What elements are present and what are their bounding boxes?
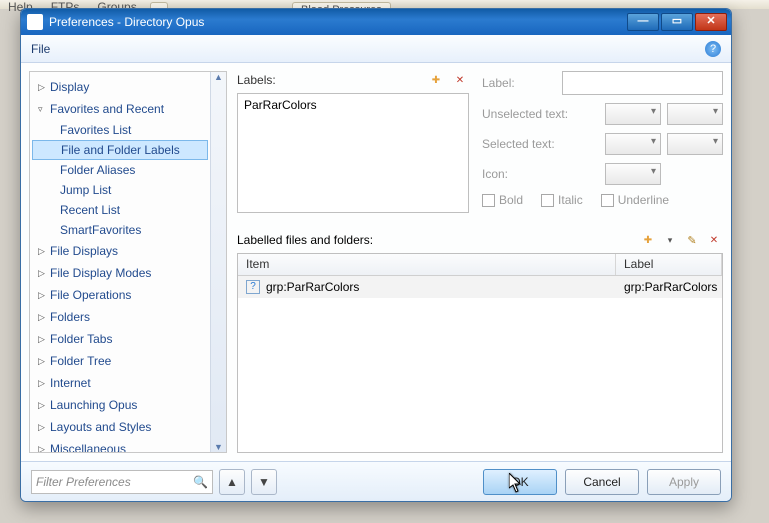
selected-text-label: Selected text: bbox=[482, 137, 582, 151]
icon-label: Icon: bbox=[482, 167, 582, 181]
tree-scrollbar[interactable] bbox=[210, 72, 226, 452]
tree-label: File Displays bbox=[50, 244, 118, 258]
tree-favorites-list[interactable]: Favorites List bbox=[30, 120, 210, 140]
tree-label: Layouts and Styles bbox=[50, 420, 151, 434]
titlebar[interactable]: ⌂ Preferences - Directory Opus — ▭ ✕ bbox=[21, 9, 731, 35]
tree-label: Folder Tabs bbox=[50, 332, 112, 346]
filter-placeholder: Filter Preferences bbox=[36, 475, 131, 489]
column-item[interactable]: Item bbox=[238, 254, 616, 275]
unselected-text-label: Unselected text: bbox=[482, 107, 582, 121]
tree-miscellaneous[interactable]: ▷Miscellaneous bbox=[30, 438, 210, 452]
apply-button[interactable]: Apply bbox=[647, 469, 721, 495]
label-field-label: Label: bbox=[482, 76, 562, 90]
underline-label: Underline bbox=[618, 193, 669, 207]
bold-label: Bold bbox=[499, 193, 523, 207]
minimize-button[interactable]: — bbox=[627, 13, 659, 31]
tree-internet[interactable]: ▷Internet bbox=[30, 372, 210, 394]
bold-checkbox[interactable]: Bold bbox=[482, 193, 523, 207]
unselected-bg-combo[interactable] bbox=[667, 103, 723, 125]
tree-favorites-recent[interactable]: ▿Favorites and Recent bbox=[30, 98, 210, 120]
nav-down-button[interactable]: ▼ bbox=[251, 469, 277, 495]
nav-up-button[interactable]: ▲ bbox=[219, 469, 245, 495]
tree-launching-opus[interactable]: ▷Launching Opus bbox=[30, 394, 210, 416]
tree-folder-aliases[interactable]: Folder Aliases bbox=[30, 160, 210, 180]
labels-listbox[interactable]: ParRarColors bbox=[237, 93, 469, 213]
help-icon[interactable]: ? bbox=[705, 41, 721, 57]
delete-labelled-item-icon[interactable] bbox=[705, 231, 723, 249]
window-title: Preferences - Directory Opus bbox=[49, 15, 625, 29]
tree-label: File Display Modes bbox=[50, 266, 151, 280]
italic-label: Italic bbox=[558, 193, 583, 207]
tree-label: Display bbox=[50, 80, 89, 94]
unselected-fg-combo[interactable] bbox=[605, 103, 661, 125]
tree-smartfavorites[interactable]: SmartFavorites bbox=[30, 220, 210, 240]
labelled-files-heading: Labelled files and folders: bbox=[237, 233, 373, 247]
label-item-parrarcolors[interactable]: ParRarColors bbox=[240, 96, 466, 114]
file-menu[interactable]: File bbox=[31, 42, 50, 56]
delete-label-icon[interactable] bbox=[451, 71, 469, 89]
underline-checkbox[interactable]: Underline bbox=[601, 193, 669, 207]
tree-label: File Operations bbox=[50, 288, 131, 302]
icon-combo[interactable] bbox=[605, 163, 661, 185]
edit-labelled-item-icon[interactable] bbox=[683, 231, 701, 249]
preferences-window: ⌂ Preferences - Directory Opus — ▭ ✕ Fil… bbox=[20, 8, 732, 502]
label-name-input[interactable] bbox=[562, 71, 723, 95]
tree-folder-tree[interactable]: ▷Folder Tree bbox=[30, 350, 210, 372]
labelled-files-grid: Item Label ? grp:ParRarColors grp:ParRar… bbox=[237, 253, 723, 453]
maximize-button[interactable]: ▭ bbox=[661, 13, 693, 31]
tree-label: Folder Tree bbox=[50, 354, 111, 368]
selected-bg-combo[interactable] bbox=[667, 133, 723, 155]
tree-recent-list[interactable]: Recent List bbox=[30, 200, 210, 220]
tree-file-folder-labels[interactable]: File and Folder Labels bbox=[32, 140, 208, 160]
ok-button[interactable]: OK bbox=[483, 469, 557, 495]
tree-file-display-modes[interactable]: ▷File Display Modes bbox=[30, 262, 210, 284]
grid-header: Item Label bbox=[238, 254, 722, 276]
tree-display[interactable]: ▷Display bbox=[30, 76, 210, 98]
grid-item-text: grp:ParRarColors bbox=[266, 280, 359, 294]
unknown-type-icon: ? bbox=[246, 280, 260, 294]
tree-label: Folders bbox=[50, 310, 90, 324]
tree-label: Launching Opus bbox=[50, 398, 137, 412]
menubar: File ? bbox=[21, 35, 731, 63]
search-icon: 🔍 bbox=[193, 475, 208, 489]
italic-checkbox[interactable]: Italic bbox=[541, 193, 583, 207]
cancel-button[interactable]: Cancel bbox=[565, 469, 639, 495]
tree-label: Favorites and Recent bbox=[50, 102, 164, 116]
grid-label-text: grp:ParRarColors bbox=[616, 278, 725, 296]
tree-folder-tabs[interactable]: ▷Folder Tabs bbox=[30, 328, 210, 350]
new-labelled-item-icon[interactable] bbox=[639, 231, 657, 249]
preferences-tree: ▷Display ▿Favorites and Recent Favorites… bbox=[29, 71, 227, 453]
close-button[interactable]: ✕ bbox=[695, 13, 727, 31]
tree-jump-list[interactable]: Jump List bbox=[30, 180, 210, 200]
grid-row[interactable]: ? grp:ParRarColors grp:ParRarColors bbox=[238, 276, 722, 298]
tree-label: Internet bbox=[50, 376, 91, 390]
tree-layouts-styles[interactable]: ▷Layouts and Styles bbox=[30, 416, 210, 438]
labels-heading: Labels: bbox=[237, 73, 276, 87]
filter-preferences-input[interactable]: Filter Preferences 🔍 bbox=[31, 470, 213, 494]
tree-folders[interactable]: ▷Folders bbox=[30, 306, 210, 328]
new-label-icon[interactable] bbox=[427, 71, 445, 89]
app-icon: ⌂ bbox=[27, 14, 43, 30]
tree-label: Miscellaneous bbox=[50, 442, 126, 452]
tree-file-operations[interactable]: ▷File Operations bbox=[30, 284, 210, 306]
column-label[interactable]: Label bbox=[616, 254, 722, 275]
new-labelled-item-dropdown-icon[interactable] bbox=[661, 231, 679, 249]
bottom-bar: Filter Preferences 🔍 ▲ ▼ OK Cancel Apply bbox=[21, 461, 731, 501]
selected-fg-combo[interactable] bbox=[605, 133, 661, 155]
tree-file-displays[interactable]: ▷File Displays bbox=[30, 240, 210, 262]
